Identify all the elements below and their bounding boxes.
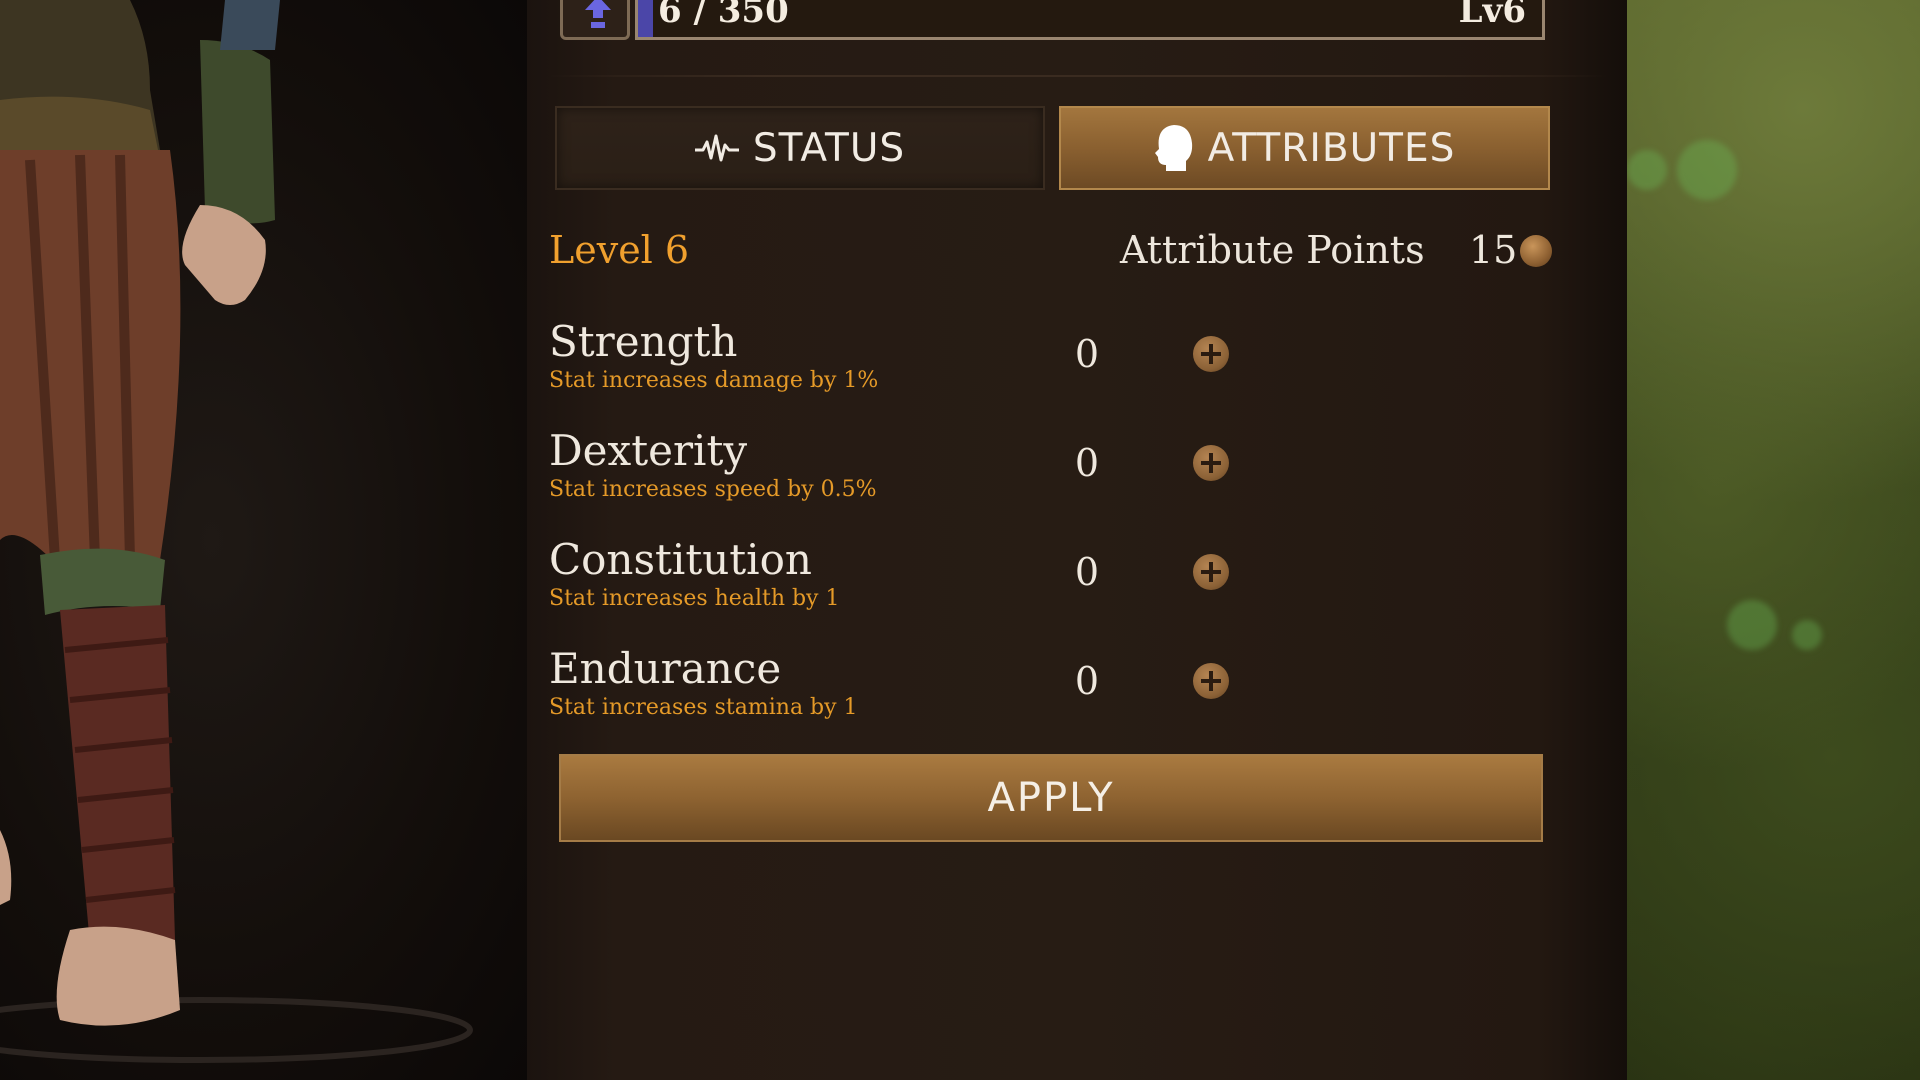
attribute-value: 0 <box>1074 550 1100 594</box>
attribute-row-dexterity: Dexterity Stat increases speed by 0.5% 0 <box>527 427 1627 527</box>
apply-button[interactable]: APPLY <box>559 754 1543 842</box>
attribute-points-value: 15 <box>1469 228 1518 272</box>
divider <box>547 75 1607 77</box>
attribute-name: Dexterity <box>549 426 748 475</box>
xp-text: 6 / 350 <box>658 0 789 31</box>
attribute-description: Stat increases health by 1 <box>549 586 840 611</box>
character-panel: 6 / 350 Lv6 STATUS ATTRIBUTES Level 6 At… <box>527 0 1627 1080</box>
increase-endurance-button[interactable] <box>1193 663 1229 699</box>
xp-level-badge: Lv6 <box>1458 0 1526 31</box>
increase-strength-button[interactable] <box>1193 336 1229 372</box>
attribute-description: Stat increases speed by 0.5% <box>549 477 877 502</box>
attribute-value: 0 <box>1074 441 1100 485</box>
tab-attributes-label: ATTRIBUTES <box>1207 125 1456 171</box>
attribute-value: 0 <box>1074 659 1100 703</box>
tab-status-label: STATUS <box>752 125 906 171</box>
attribute-row-strength: Strength Stat increases damage by 1% 0 <box>527 318 1627 418</box>
game-screen: 6 / 350 Lv6 STATUS ATTRIBUTES Level 6 At… <box>0 0 1920 1080</box>
character-model <box>0 0 473 1063</box>
character-level: Level 6 <box>549 228 690 272</box>
attribute-name: Constitution <box>549 535 812 584</box>
tab-attributes[interactable]: ATTRIBUTES <box>1059 106 1550 190</box>
attribute-description: Stat increases stamina by 1 <box>549 695 858 720</box>
attribute-row-endurance: Endurance Stat increases stamina by 1 0 <box>527 645 1627 745</box>
attribute-name: Strength <box>549 317 738 366</box>
tab-status[interactable]: STATUS <box>555 106 1045 190</box>
coin-icon <box>1520 235 1552 267</box>
xp-fill <box>638 0 654 37</box>
xp-bar: 6 / 350 Lv6 <box>635 0 1545 40</box>
head-profile-icon <box>1154 125 1192 171</box>
character-preview[interactable] <box>0 0 530 1080</box>
increase-dexterity-button[interactable] <box>1193 445 1229 481</box>
pulse-icon <box>694 134 739 162</box>
level-up-arrow-icon <box>560 0 630 40</box>
attribute-points-label: Attribute Points <box>1120 228 1425 272</box>
xp-bar-container: 6 / 350 Lv6 <box>560 0 1574 40</box>
attribute-row-constitution: Constitution Stat increases health by 1 … <box>527 536 1627 636</box>
attribute-name: Endurance <box>549 644 782 693</box>
attribute-value: 0 <box>1074 332 1100 376</box>
attribute-description: Stat increases damage by 1% <box>549 368 879 393</box>
background-forest <box>1627 0 1920 1080</box>
increase-constitution-button[interactable] <box>1193 554 1229 590</box>
